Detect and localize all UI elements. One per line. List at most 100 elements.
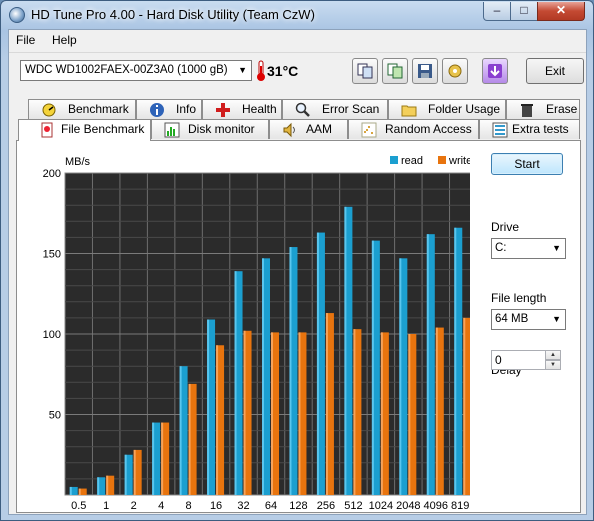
delay-input[interactable]: 0 xyxy=(491,350,546,370)
drive-select-value: WDC WD1002FAEX-00Z3A0 (1000 gB) xyxy=(25,64,228,76)
x-tick-label: 8 xyxy=(186,500,192,509)
app-icon xyxy=(9,7,25,23)
legend-write-label: write xyxy=(448,155,470,167)
app-window: HD Tune Pro 4.00 - Hard Disk Utility (Te… xyxy=(0,0,594,521)
copy-button[interactable] xyxy=(352,58,378,84)
read-bar-highlight xyxy=(426,234,429,495)
download-button[interactable] xyxy=(482,58,508,84)
write-bar-highlight xyxy=(243,330,246,495)
tab-random-access[interactable]: Random Access xyxy=(348,119,479,139)
tab-label: Error Scan xyxy=(322,102,380,116)
x-tick-label: 256 xyxy=(317,500,335,509)
copy-text-icon xyxy=(387,63,403,79)
drive-combo-value: C: xyxy=(495,242,507,254)
options-button[interactable] xyxy=(442,58,468,84)
x-tick-label: 0.5 xyxy=(71,500,86,509)
start-button[interactable]: Start xyxy=(491,153,563,175)
copy-icon xyxy=(357,63,373,79)
maximize-button[interactable]: □ xyxy=(510,2,538,21)
erase-icon xyxy=(521,104,533,117)
health-icon xyxy=(216,103,230,117)
drive-label: Drive xyxy=(491,220,520,234)
legend-read-label: read xyxy=(401,155,423,167)
read-bar-highlight xyxy=(234,271,237,495)
benchmark-chart-svg: 50 100 150 200 MB/s read write 0.5 1 2 4 8 16 32 64 128… xyxy=(43,155,470,509)
download-icon xyxy=(488,64,502,78)
tab-health[interactable]: Health xyxy=(202,99,282,119)
legend-read-swatch xyxy=(390,156,398,164)
x-tick-label: 1024 xyxy=(369,500,393,509)
folder-icon xyxy=(401,105,417,117)
spin-down-button[interactable]: ▼ xyxy=(545,360,561,370)
y-tick-label: 150 xyxy=(43,249,61,261)
copy-text-button[interactable] xyxy=(382,58,408,84)
tab-label: Disk monitor xyxy=(188,122,255,136)
menu-divider xyxy=(9,52,586,53)
read-bar-highlight xyxy=(179,366,182,495)
tab-erase[interactable]: Erase xyxy=(506,99,580,119)
tab-label: Random Access xyxy=(385,122,472,136)
benchmark-icon xyxy=(42,103,56,117)
tab-info[interactable]: Info xyxy=(136,99,202,119)
file-length-value: 64 MB xyxy=(495,313,529,325)
read-bar-highlight xyxy=(344,206,347,495)
write-bar-highlight xyxy=(298,332,301,495)
file-length-combo[interactable]: 64 MB ▼ xyxy=(491,309,566,330)
tab-label: Health xyxy=(242,102,277,116)
menu-help[interactable]: Help xyxy=(52,33,77,47)
temperature-readout: 31°C xyxy=(267,63,299,79)
tab-file-benchmark[interactable]: File Benchmark xyxy=(18,119,151,141)
thermometer-icon xyxy=(257,60,265,81)
tab-label: Extra tests xyxy=(512,122,569,136)
legend-write-swatch xyxy=(438,156,446,164)
save-button[interactable] xyxy=(412,58,438,84)
benchmark-chart: 50 100 150 200 MB/s read write 0.5 1 2 4 8 16 32 64 128… xyxy=(30,153,470,509)
tab-aam[interactable]: AAM xyxy=(269,119,348,139)
read-bar-highlight xyxy=(207,319,210,495)
x-tick-label: 16 xyxy=(210,500,222,509)
random-access-icon xyxy=(361,122,377,138)
menu-file[interactable]: File xyxy=(16,33,35,47)
tab-disk-monitor[interactable]: Disk monitor xyxy=(151,119,269,139)
client-area: File Help WDC WD1002FAEX-00Z3A0 (1000 gB… xyxy=(8,29,587,515)
write-bar-highlight xyxy=(161,422,164,495)
y-tick-label: 200 xyxy=(43,168,61,180)
write-bar-highlight xyxy=(408,334,411,495)
write-bar-highlight xyxy=(216,345,219,495)
y-tick-label: 100 xyxy=(43,329,61,341)
menu-bar: File Help xyxy=(9,30,586,52)
spin-up-button[interactable]: ▲ xyxy=(545,350,561,360)
read-bar-highlight xyxy=(454,227,457,495)
read-bar-highlight xyxy=(152,422,155,495)
write-bar-highlight xyxy=(133,449,136,495)
delay-spinner: ▲ ▼ xyxy=(545,350,561,370)
close-button[interactable]: ✕ xyxy=(537,2,585,21)
write-bar-highlight xyxy=(435,327,438,495)
save-icon xyxy=(418,64,432,78)
tab-error-scan[interactable]: Error Scan xyxy=(282,99,388,119)
tab-folder-usage[interactable]: Folder Usage xyxy=(388,99,506,119)
write-bar-highlight xyxy=(380,332,383,495)
tab-label: Benchmark xyxy=(68,102,129,116)
read-bar-highlight xyxy=(97,477,100,495)
disk-monitor-icon xyxy=(164,122,180,138)
read-bar-highlight xyxy=(316,232,319,495)
write-bar-highlight xyxy=(325,313,328,495)
drive-combo[interactable]: C: ▼ xyxy=(491,238,566,259)
tab-benchmark[interactable]: Benchmark xyxy=(28,99,136,119)
read-bar-highlight xyxy=(289,247,292,495)
minimize-button[interactable]: – xyxy=(483,2,511,21)
tab-label: Folder Usage xyxy=(428,102,501,116)
error-scan-icon xyxy=(295,102,310,117)
read-bar-highlight xyxy=(262,258,264,495)
drive-select[interactable]: WDC WD1002FAEX-00Z3A0 (1000 gB) ▼ xyxy=(20,60,252,81)
tab-label: File Benchmark xyxy=(61,122,145,136)
x-tick-label: 2048 xyxy=(396,500,420,509)
y-axis-label: MB/s xyxy=(65,156,91,168)
tab-label: AAM xyxy=(306,122,333,136)
write-bar-highlight xyxy=(271,332,273,495)
tab-extra-tests[interactable]: Extra tests xyxy=(479,119,580,139)
read-bar-highlight xyxy=(69,486,72,495)
exit-button[interactable]: Exit xyxy=(526,58,584,84)
y-tick-label: 50 xyxy=(49,410,61,422)
